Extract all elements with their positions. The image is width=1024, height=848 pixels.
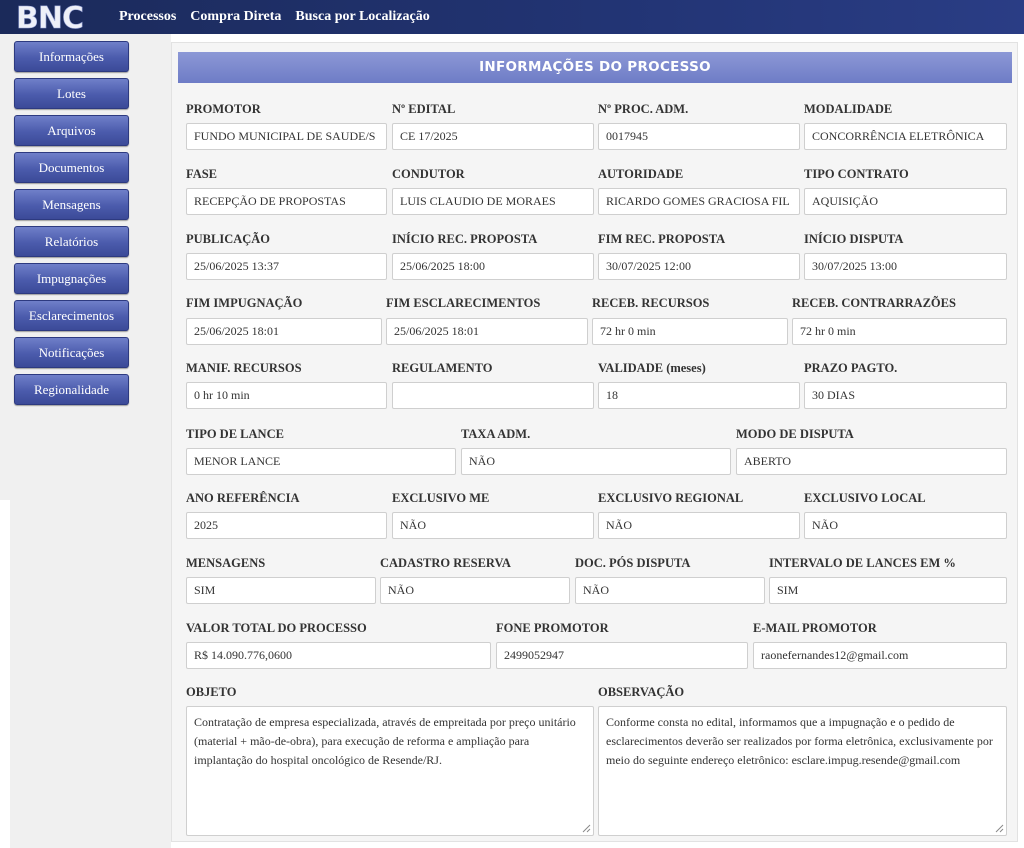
- tipo-contrato-label: TIPO CONTRATO: [804, 167, 909, 181]
- validade-field[interactable]: 18: [598, 382, 800, 409]
- ano-referencia-field[interactable]: 2025: [186, 512, 387, 539]
- validade-label: VALIDADE (meses): [598, 361, 706, 375]
- modo-disputa-label: MODO DE DISPUTA: [736, 427, 854, 441]
- top-nav: Processos Compra Direta Busca por Locali…: [119, 0, 430, 34]
- cadastro-reserva-label: CADASTRO RESERVA: [380, 556, 511, 570]
- email-promotor-field[interactable]: raonefernandes12@gmail.com: [753, 642, 1007, 669]
- sidebar-item-esclarecimentos[interactable]: Esclarecimentos: [14, 300, 129, 331]
- objeto-textarea[interactable]: Contratação de empresa especializada, at…: [186, 706, 594, 836]
- fone-promotor-field[interactable]: 2499052947: [496, 642, 748, 669]
- objeto-text: Contratação de empresa especializada, at…: [194, 715, 576, 767]
- doc-pos-disputa-label: DOC. PÓS DISPUTA: [575, 556, 691, 570]
- fim-esclarecimentos-label: FIM ESCLARECIMENTOS: [386, 296, 541, 310]
- observacao-label: OBSERVAÇÃO: [598, 685, 685, 699]
- fone-promotor-label: FONE PROMOTOR: [496, 621, 609, 635]
- tipo-contrato-field[interactable]: AQUISIÇÃO: [804, 188, 1007, 215]
- receb-recursos-label: RECEB. RECURSOS: [592, 296, 710, 310]
- exclusivo-regional-label: EXCLUSIVO REGIONAL: [598, 491, 744, 505]
- sidebar-item-notificacoes[interactable]: Notificações: [14, 337, 129, 368]
- prazo-pagto-field[interactable]: 30 DIAS: [804, 382, 1007, 409]
- ano-referencia-label: ANO REFERÊNCIA: [186, 491, 300, 505]
- promotor-label: PROMOTOR: [186, 102, 261, 116]
- sidebar-item-informacoes[interactable]: Informações: [14, 41, 129, 72]
- inicio-rec-label: INÍCIO REC. PROPOSTA: [392, 232, 538, 246]
- proc-adm-field[interactable]: 0017945: [598, 123, 800, 150]
- fim-esclarecimentos-field[interactable]: 25/06/2025 18:01: [386, 318, 588, 345]
- fim-rec-label: FIM REC. PROPOSTA: [598, 232, 726, 246]
- taxa-adm-label: TAXA ADM.: [461, 427, 531, 441]
- valor-total-field[interactable]: R$ 14.090.776,0600: [186, 642, 491, 669]
- top-bar: BNC Processos Compra Direta Busca por Lo…: [0, 0, 1024, 34]
- nav-busca-localizacao[interactable]: Busca por Localização: [295, 9, 429, 25]
- sidebar-item-relatorios[interactable]: Relatórios: [14, 226, 129, 257]
- taxa-adm-field[interactable]: NÃO: [461, 448, 731, 475]
- mensagens-label: MENSAGENS: [186, 556, 266, 570]
- sidebar-item-arquivos[interactable]: Arquivos: [14, 115, 129, 146]
- edital-label: Nº EDITAL: [392, 102, 456, 116]
- fim-rec-field[interactable]: 30/07/2025 12:00: [598, 253, 800, 280]
- resize-grip-icon[interactable]: [581, 823, 591, 833]
- intervalo-lances-label: INTERVALO DE LANCES EM %: [769, 556, 956, 570]
- resize-grip-icon[interactable]: [994, 823, 1004, 833]
- mensagens-field[interactable]: SIM: [186, 577, 376, 604]
- panel-title: INFORMAÇÕES DO PROCESSO: [178, 52, 1012, 83]
- regulamento-field[interactable]: [392, 382, 594, 409]
- cadastro-reserva-field[interactable]: NÃO: [380, 577, 570, 604]
- sidebar-item-documentos[interactable]: Documentos: [14, 152, 129, 183]
- sidebar-item-lotes[interactable]: Lotes: [14, 78, 129, 109]
- autoridade-label: AUTORIDADE: [598, 167, 684, 181]
- tipo-lance-label: TIPO DE LANCE: [186, 427, 284, 441]
- valor-total-label: VALOR TOTAL DO PROCESSO: [186, 621, 367, 635]
- nav-compra-direta[interactable]: Compra Direta: [190, 9, 281, 25]
- nav-processos[interactable]: Processos: [119, 9, 176, 25]
- fim-impugnacao-label: FIM IMPUGNAÇÃO: [186, 296, 303, 310]
- process-info-panel: INFORMAÇÕES DO PROCESSO PROMOTOR FUNDO M…: [171, 42, 1018, 842]
- objeto-label: OBJETO: [186, 685, 237, 699]
- condutor-field[interactable]: LUIS CLAUDIO DE MORAES: [392, 188, 594, 215]
- edital-field[interactable]: CE 17/2025: [392, 123, 594, 150]
- inicio-rec-field[interactable]: 25/06/2025 18:00: [392, 253, 594, 280]
- condutor-label: CONDUTOR: [392, 167, 465, 181]
- sidebar-item-mensagens[interactable]: Mensagens: [14, 189, 129, 220]
- modo-disputa-field[interactable]: ABERTO: [736, 448, 1007, 475]
- exclusivo-me-field[interactable]: NÃO: [392, 512, 594, 539]
- tipo-lance-field[interactable]: MENOR LANCE: [186, 448, 456, 475]
- fase-label: FASE: [186, 167, 218, 181]
- regulamento-label: REGULAMENTO: [392, 361, 493, 375]
- doc-pos-disputa-field[interactable]: NÃO: [575, 577, 765, 604]
- email-promotor-label: E-MAIL PROMOTOR: [753, 621, 877, 635]
- bnc-logo[interactable]: BNC: [16, 2, 96, 32]
- exclusivo-local-label: EXCLUSIVO LOCAL: [804, 491, 926, 505]
- sidebar-menu: Informações Lotes Arquivos Documentos Me…: [14, 41, 129, 411]
- inicio-disputa-label: INÍCIO DISPUTA: [804, 232, 904, 246]
- modalidade-field[interactable]: CONCORRÊNCIA ELETRÔNICA: [804, 123, 1007, 150]
- observacao-text: Conforme consta no edital, informamos qu…: [606, 715, 993, 767]
- inicio-disputa-field[interactable]: 30/07/2025 13:00: [804, 253, 1007, 280]
- sidebar-item-regionalidade[interactable]: Regionalidade: [14, 374, 129, 405]
- receb-contrarrazoes-label: RECEB. CONTRARRAZÕES: [792, 296, 956, 310]
- exclusivo-regional-field[interactable]: NÃO: [598, 512, 800, 539]
- left-gap: [0, 500, 10, 848]
- exclusivo-me-label: EXCLUSIVO ME: [392, 491, 490, 505]
- manif-recursos-field[interactable]: 0 hr 10 min: [186, 382, 387, 409]
- fase-field[interactable]: RECEPÇÃO DE PROPOSTAS: [186, 188, 387, 215]
- svg-text:BNC: BNC: [16, 2, 83, 32]
- fim-impugnacao-field[interactable]: 25/06/2025 18:01: [186, 318, 382, 345]
- autoridade-field[interactable]: RICARDO GOMES GRACIOSA FIL: [598, 188, 800, 215]
- sidebar-item-impugnacoes[interactable]: Impugnações: [14, 263, 129, 294]
- proc-adm-label: Nº PROC. ADM.: [598, 102, 689, 116]
- observacao-textarea[interactable]: Conforme consta no edital, informamos qu…: [598, 706, 1007, 836]
- modalidade-label: MODALIDADE: [804, 102, 893, 116]
- manif-recursos-label: MANIF. RECURSOS: [186, 361, 302, 375]
- publicacao-field[interactable]: 25/06/2025 13:37: [186, 253, 387, 280]
- promotor-field[interactable]: FUNDO MUNICIPAL DE SAUDE/S: [186, 123, 387, 150]
- exclusivo-local-field[interactable]: NÃO: [804, 512, 1007, 539]
- intervalo-lances-field[interactable]: SIM: [769, 577, 1007, 604]
- receb-recursos-field[interactable]: 72 hr 0 min: [592, 318, 788, 345]
- publicacao-label: PUBLICAÇÃO: [186, 232, 271, 246]
- receb-contrarrazoes-field[interactable]: 72 hr 0 min: [792, 318, 1007, 345]
- prazo-pagto-label: PRAZO PAGTO.: [804, 361, 898, 375]
